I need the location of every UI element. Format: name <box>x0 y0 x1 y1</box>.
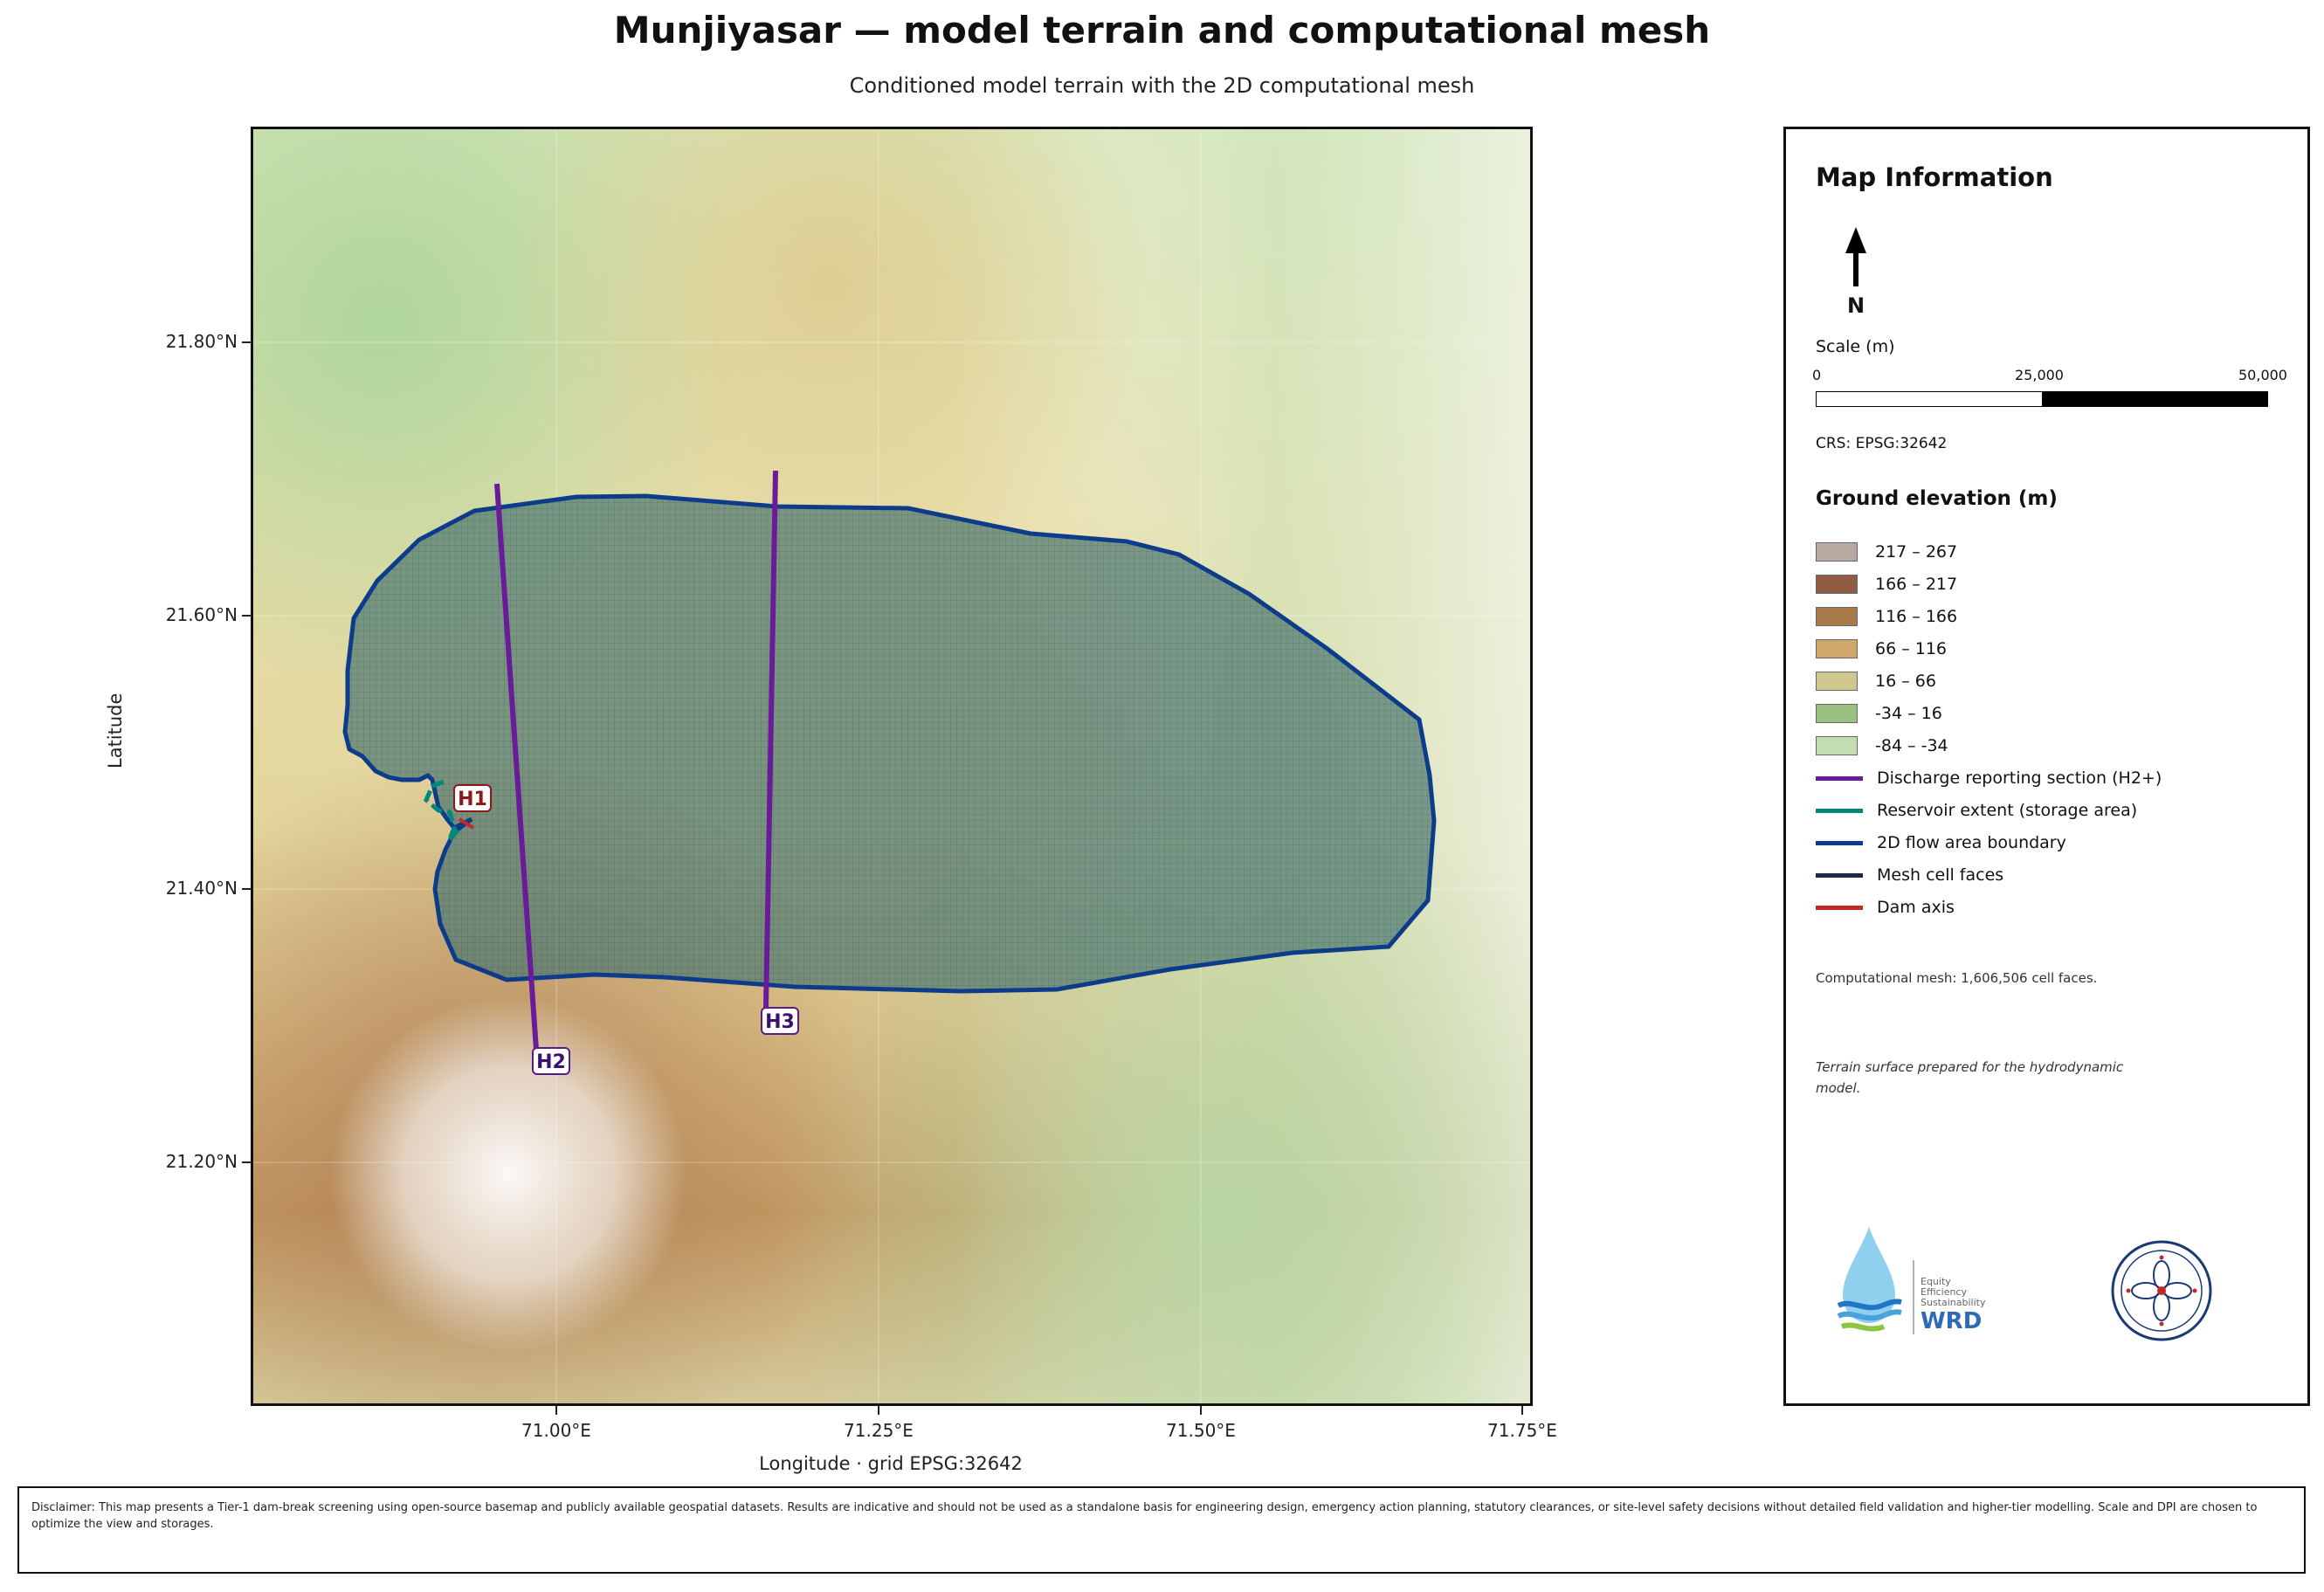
disclaimer: Disclaimer: This map presents a Tier-1 d… <box>17 1486 2306 1574</box>
legend-discharge-section: Discharge reporting section (H2+) <box>1816 768 2162 789</box>
map-canvas[interactable]: H1 H2 H3 <box>251 127 1533 1406</box>
mesh-note: Computational mesh: 1,606,506 cell faces… <box>1816 970 2098 986</box>
y-tick-mark <box>242 888 251 890</box>
emblem-logo <box>2109 1238 2214 1343</box>
scale-label-0: 0 <box>1812 367 1822 383</box>
elevation-class: 116 – 166 <box>1816 606 1957 627</box>
scale-bar <box>1816 391 2268 407</box>
elevation-swatch <box>1816 639 1858 658</box>
elevation-swatch <box>1816 575 1858 594</box>
line-legend-label: Mesh cell faces <box>1877 865 2004 885</box>
emblem-logo-icon <box>2111 1240 2212 1341</box>
x-tick-label: 71.75°E <box>1487 1420 1557 1441</box>
elevation-swatch <box>1816 542 1858 562</box>
y-tick-label: 21.40°N <box>165 878 238 899</box>
line-swatch <box>1816 840 1863 845</box>
elevation-class: 66 – 116 <box>1816 638 1947 659</box>
elevation-class-label: 166 – 217 <box>1875 575 1958 594</box>
elevation-class-label: -84 – -34 <box>1875 736 1948 755</box>
x-tick-label: 71.25°E <box>844 1420 914 1441</box>
north-arrow: N <box>1838 224 1873 328</box>
map-title: Munjiyasar — model terrain and computati… <box>613 9 1711 52</box>
elevation-legend-title: Ground elevation (m) <box>1816 487 2058 510</box>
x-tick-mark <box>555 1406 557 1415</box>
svg-text:H1: H1 <box>458 789 487 810</box>
elevation-class-label: 116 – 166 <box>1875 607 1958 626</box>
elevation-swatch <box>1816 607 1858 626</box>
legend-mesh-cell-faces: Mesh cell faces <box>1816 865 2003 886</box>
line-swatch <box>1816 775 1863 781</box>
y-tick-mark <box>242 341 251 343</box>
scale-label-25000: 25,000 <box>2015 367 2064 383</box>
scale-bar-black <box>2042 392 2267 406</box>
elevation-class-label: 66 – 116 <box>1875 639 1948 658</box>
elevation-class: -34 – 16 <box>1816 703 1942 724</box>
y-tick-mark <box>242 615 251 617</box>
elevation-swatch <box>1816 736 1858 755</box>
x-tick-label: 71.00°E <box>521 1420 591 1441</box>
line-swatch <box>1816 905 1863 910</box>
terrain-note: Terrain surface prepared for the hydrody… <box>1816 1059 2124 1096</box>
line-legend-label: Reservoir extent (storage area) <box>1877 801 2138 820</box>
y-axis-label: Latitude <box>105 693 126 768</box>
crs-label: CRS: EPSG:32642 <box>1816 435 1948 452</box>
line-legend-label: 2D flow area boundary <box>1877 833 2066 852</box>
elevation-class-label: 16 – 66 <box>1875 672 1936 691</box>
legend-flow-area-boundary: 2D flow area boundary <box>1816 832 2066 853</box>
line-swatch <box>1816 872 1863 878</box>
elevation-class: 166 – 217 <box>1816 574 1957 595</box>
scale-title: Scale (m) <box>1816 337 1895 356</box>
elevation-swatch <box>1816 672 1858 691</box>
line-swatch <box>1816 808 1863 813</box>
elevation-class-label: 217 – 267 <box>1875 542 1958 562</box>
scale-bar-white <box>1817 392 2042 406</box>
svg-text:H2: H2 <box>536 1051 566 1073</box>
y-tick-mark <box>242 1161 251 1163</box>
elevation-class: -84 – -34 <box>1816 735 1948 756</box>
panel-title: Map Information <box>1816 162 2053 192</box>
line-legend-label: Discharge reporting section (H2+) <box>1877 768 2162 788</box>
x-axis-label: Longitude · grid EPSG:32642 <box>759 1453 1023 1474</box>
wrd-logo-icon: Equity Efficiency Sustainability WRD <box>1837 1227 1986 1334</box>
north-label: N <box>1846 293 1865 318</box>
north-arrow-icon <box>1845 227 1866 286</box>
svg-text:Sustainability: Sustainability <box>1921 1297 1986 1308</box>
scale-label-50000: 50,000 <box>2238 367 2287 383</box>
label-h1: H1 <box>453 784 492 812</box>
map-subtitle: Conditioned model terrain with the 2D co… <box>849 73 1475 98</box>
legend-reservoir-extent: Reservoir extent (storage area) <box>1816 800 2137 821</box>
line-legend-label: Dam axis <box>1877 898 1955 917</box>
label-h2: H2 <box>532 1047 570 1075</box>
y-tick-label: 21.20°N <box>165 1151 238 1172</box>
svg-text:H3: H3 <box>765 1011 795 1033</box>
y-tick-label: 21.80°N <box>165 331 238 352</box>
x-tick-mark <box>1200 1406 1202 1415</box>
x-tick-mark <box>1521 1406 1523 1415</box>
elevation-swatch <box>1816 704 1858 723</box>
label-h3: H3 <box>761 1007 799 1035</box>
legend-dam-axis: Dam axis <box>1816 897 1955 918</box>
terrain-map-svg: H1 H2 H3 <box>253 129 1530 1403</box>
elevation-class: 16 – 66 <box>1816 671 1936 692</box>
svg-text:WRD: WRD <box>1921 1308 1982 1334</box>
elevation-class: 217 – 267 <box>1816 541 1957 562</box>
x-tick-label: 71.50°E <box>1166 1420 1236 1441</box>
x-tick-mark <box>878 1406 879 1415</box>
wrd-logo: Equity Efficiency Sustainability WRD <box>1830 1225 2004 1347</box>
elevation-class-label: -34 – 16 <box>1875 704 1942 723</box>
y-tick-label: 21.60°N <box>165 604 238 625</box>
map-information-panel: Map Information N Scale (m) 0 25,000 50,… <box>1783 127 2310 1406</box>
